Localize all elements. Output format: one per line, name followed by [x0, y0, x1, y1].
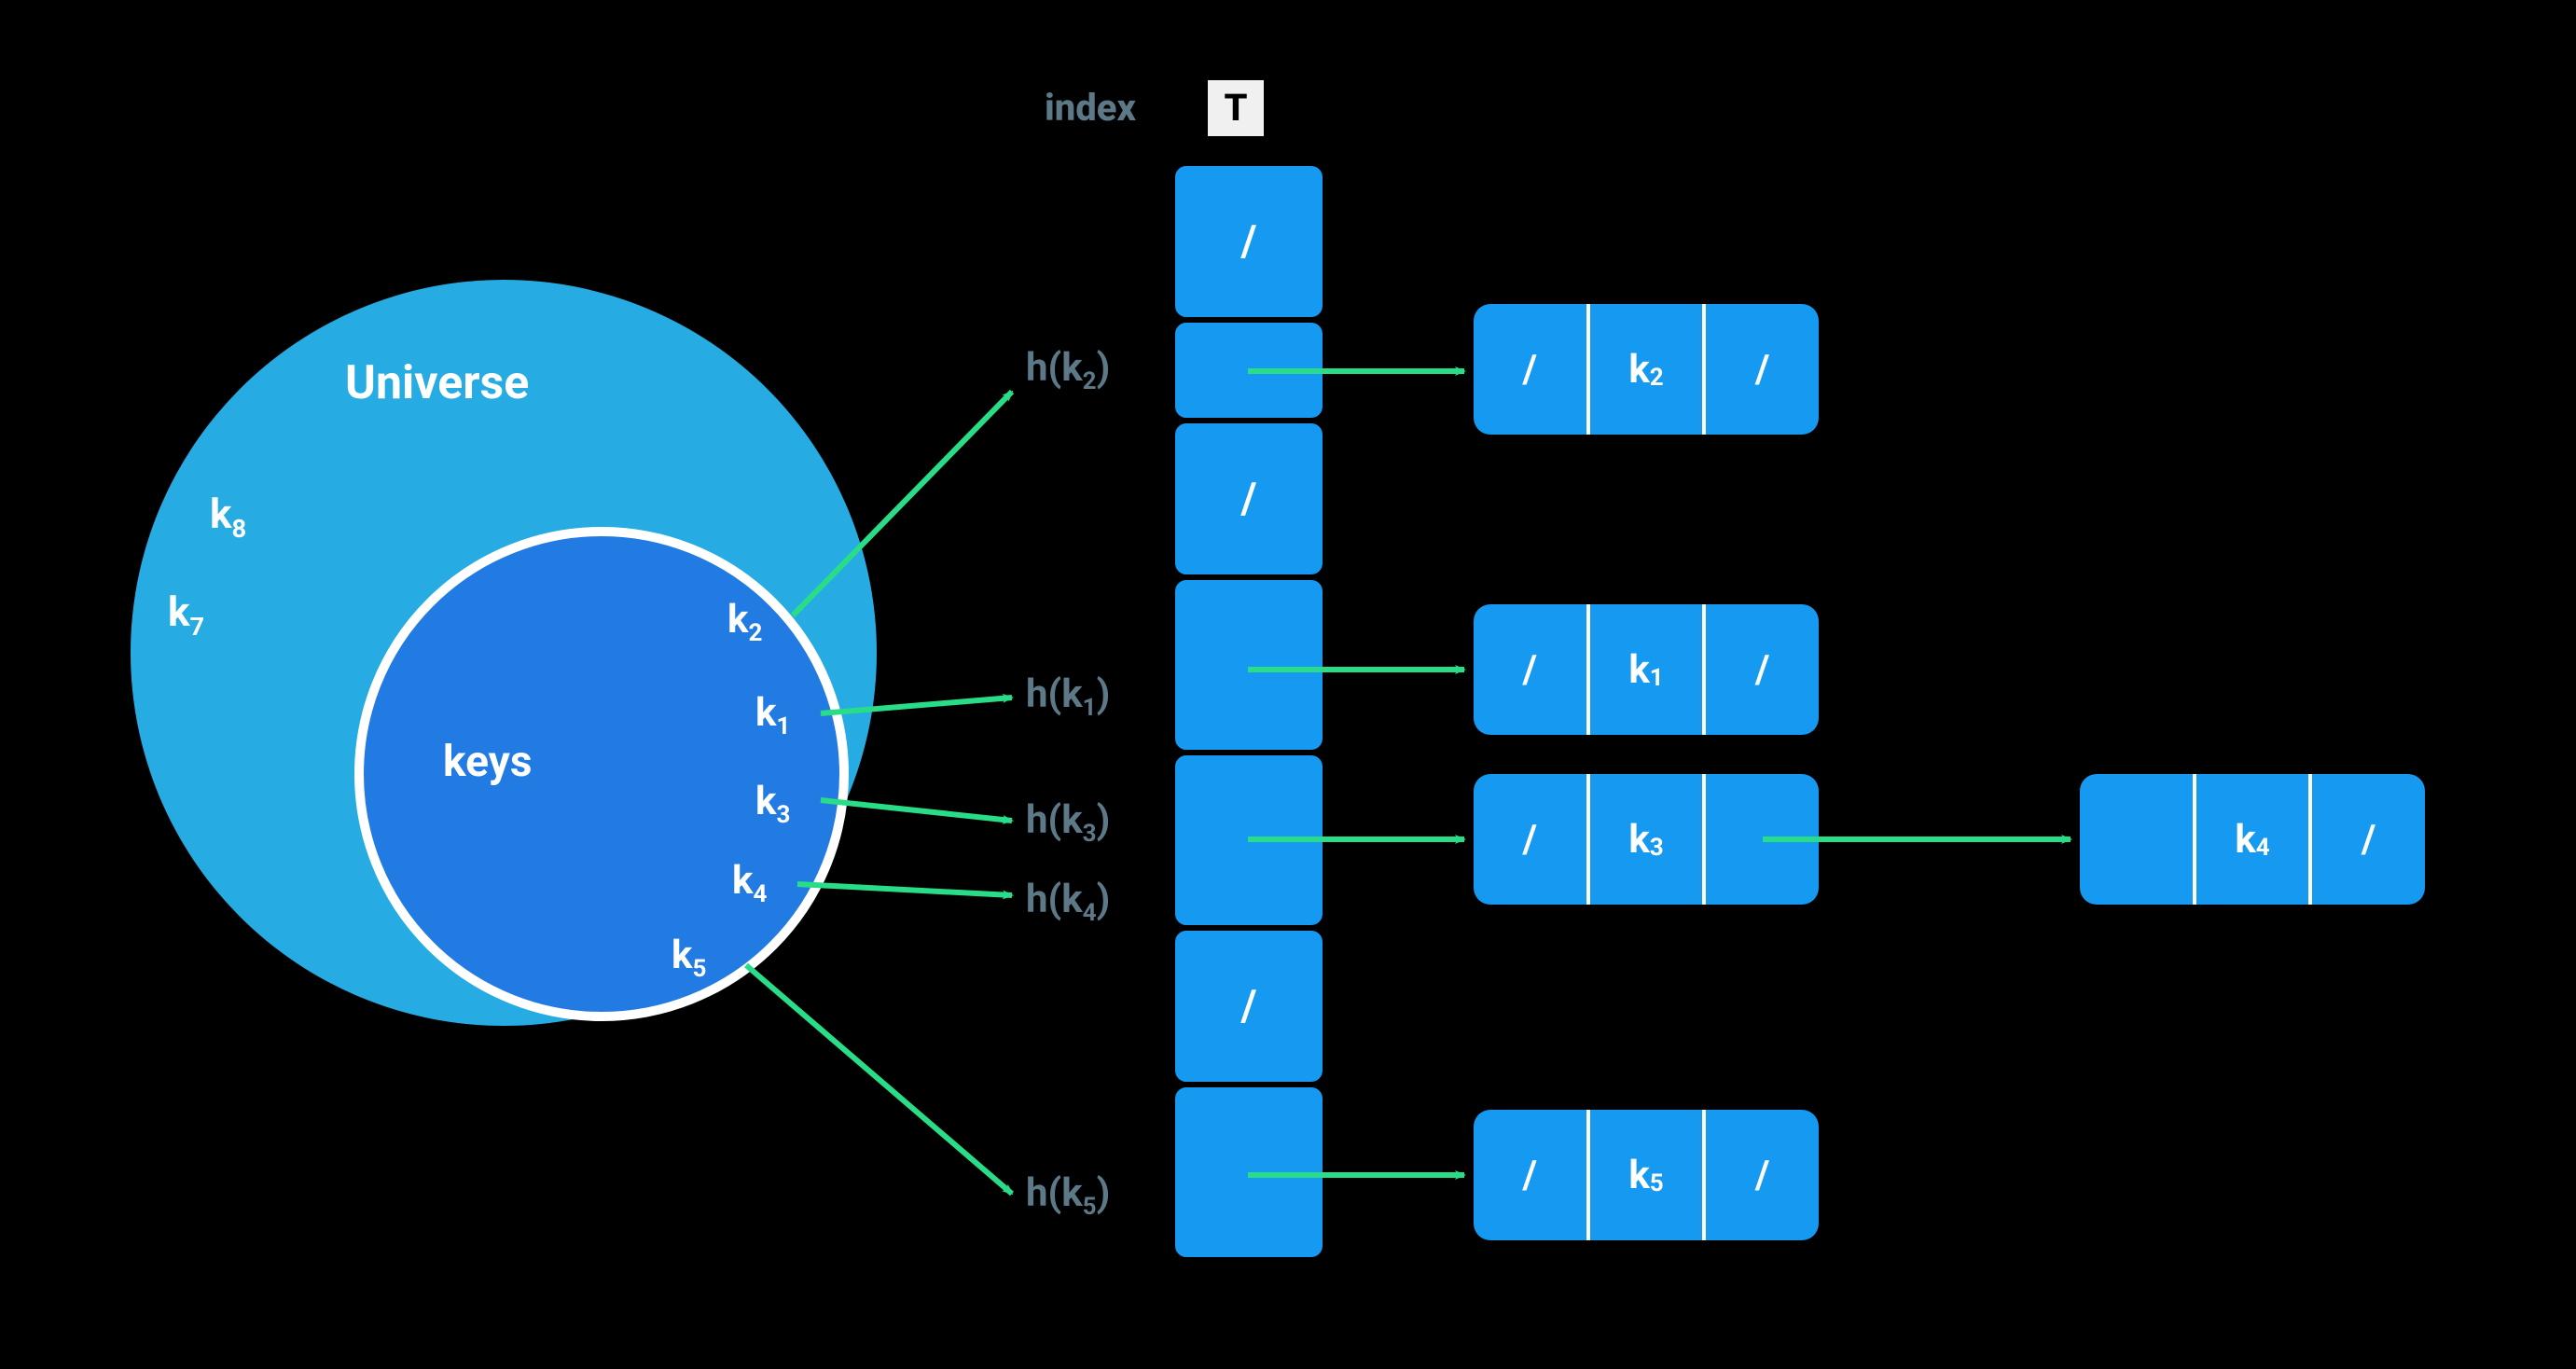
hash-label-k5: h(k5)	[1026, 1170, 1110, 1216]
universe-label: Universe	[345, 356, 529, 410]
node-k1-key: k1	[1590, 604, 1707, 735]
node-k5-next: /	[1706, 1110, 1819, 1240]
table-header-t: T	[1208, 80, 1264, 136]
node-k4: k4 /	[2080, 774, 2425, 905]
node-k5-prev: /	[1474, 1110, 1590, 1240]
node-k2-key: k2	[1590, 304, 1707, 435]
node-k2-prev: /	[1474, 304, 1590, 435]
key-k5: k5	[672, 933, 706, 978]
hash-table-diagram: Universe keys k8 k7 k2 k1 k3 k4 k5 index…	[0, 0, 2576, 1369]
node-k5: / k5 /	[1474, 1110, 1819, 1240]
table-slot-5: /	[1175, 931, 1323, 1082]
node-k1-next: /	[1706, 604, 1819, 735]
key-k7: k7	[168, 588, 204, 636]
node-k3: / k3	[1474, 774, 1819, 905]
arrow-k5-to-hk5	[746, 965, 1012, 1194]
node-k1: / k1 /	[1474, 604, 1819, 735]
table-slot-2: /	[1175, 423, 1323, 574]
node-k2: / k2 /	[1474, 304, 1819, 435]
table-slot-1	[1175, 323, 1323, 418]
table-slot-6	[1175, 1087, 1323, 1257]
key-k3: k3	[755, 779, 790, 824]
node-k4-next: /	[2312, 774, 2425, 905]
node-k5-key: k5	[1590, 1110, 1707, 1240]
table-slot-3	[1175, 580, 1323, 750]
keys-label: keys	[443, 737, 532, 787]
arrow-k3-to-hk3	[821, 800, 1012, 821]
arrow-k4-to-hk4	[797, 884, 1012, 895]
node-k1-prev: /	[1474, 604, 1590, 735]
node-k2-next: /	[1706, 304, 1819, 435]
key-k1: k1	[755, 690, 790, 736]
node-k3-prev: /	[1474, 774, 1590, 905]
table-slot-4	[1175, 755, 1323, 925]
keys-circle	[354, 527, 849, 1021]
hash-label-k3: h(k3)	[1026, 797, 1110, 843]
hash-label-k2: h(k2)	[1026, 345, 1110, 391]
table-slot-0: /	[1175, 166, 1323, 317]
node-k3-key: k3	[1590, 774, 1707, 905]
node-k4-prev	[2080, 774, 2196, 905]
key-k4: k4	[732, 858, 767, 904]
hash-label-k1: h(k1)	[1026, 671, 1110, 717]
index-column-header: index	[1020, 86, 1160, 130]
key-k8: k8	[210, 490, 246, 538]
key-k2: k2	[727, 597, 762, 643]
node-k4-key: k4	[2196, 774, 2313, 905]
node-k3-next	[1706, 774, 1819, 905]
hash-label-k4: h(k4)	[1026, 877, 1110, 922]
